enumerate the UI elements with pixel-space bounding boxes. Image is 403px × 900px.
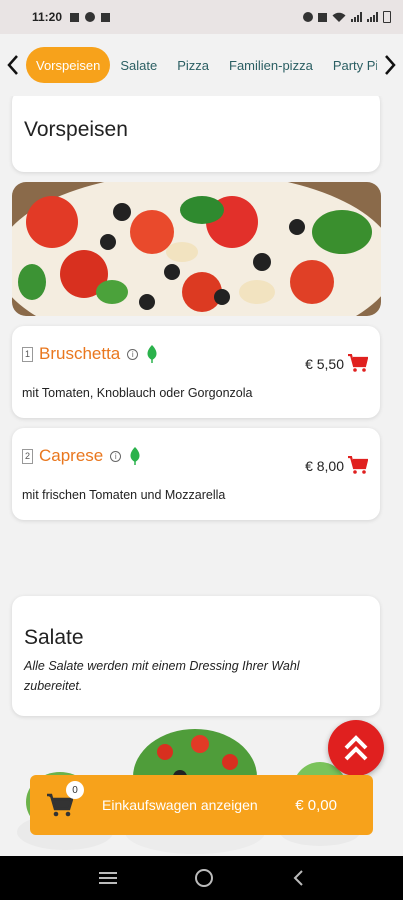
notification-icon xyxy=(70,12,80,22)
notification-icon xyxy=(101,12,111,22)
menu-item-card[interactable]: 2 Caprese i € 8,00 mit frischen Tomaten … xyxy=(12,428,380,520)
section-header-salate: Salate Alle Salate werden mit einem Dres… xyxy=(12,596,380,716)
cart-count-badge: 0 xyxy=(66,781,84,799)
status-system-icons xyxy=(303,11,391,23)
menu-item-header: 1 Bruschetta i xyxy=(22,344,158,364)
double-chevron-up-icon xyxy=(344,735,368,761)
signal-icon xyxy=(351,12,362,22)
section-title: Vorspeisen xyxy=(24,118,128,141)
item-number: 1 xyxy=(22,346,33,362)
nfc-icon xyxy=(318,12,327,22)
notification-icon xyxy=(85,12,96,22)
back-icon[interactable] xyxy=(291,869,305,887)
item-description: mit frischen Tomaten und Mozzarella xyxy=(22,488,226,502)
section-description: Alle Salate werden mit einem Dressing Ih… xyxy=(24,659,300,693)
chevron-right-icon[interactable] xyxy=(377,34,403,96)
tab-vorspeisen[interactable]: Vorspeisen xyxy=(26,47,111,83)
status-time: 11:20 xyxy=(32,10,63,24)
wifi-icon xyxy=(332,12,346,22)
system-nav-bar xyxy=(0,856,403,900)
view-cart-button[interactable]: 0 Einkaufswagen anzeigen € 0,00 xyxy=(30,775,373,835)
cart-label: Einkaufswagen anzeigen xyxy=(102,797,258,813)
item-name[interactable]: Caprese xyxy=(39,446,103,466)
menu-item-card[interactable]: 1 Bruschetta i € 5,50 mit Tomaten, Knobl… xyxy=(12,326,380,418)
cart-total: € 0,00 xyxy=(295,796,337,814)
item-price: € 8,00 xyxy=(305,458,344,474)
menu-icon[interactable] xyxy=(98,870,118,886)
item-price: € 5,50 xyxy=(305,356,344,372)
category-tabbar: Vorspeisen Salate Pizza Familien-pizza P… xyxy=(0,34,403,96)
info-icon[interactable]: i xyxy=(110,450,122,462)
vegetarian-leaf-icon xyxy=(130,447,140,465)
cart-add-icon[interactable] xyxy=(348,353,369,377)
cart-icon-wrapper: 0 xyxy=(30,775,90,835)
battery-icon xyxy=(383,11,391,23)
cart-add-icon[interactable] xyxy=(348,455,369,479)
category-tabs[interactable]: Vorspeisen Salate Pizza Familien-pizza P… xyxy=(26,34,377,96)
section-title: Salate xyxy=(24,626,84,649)
item-number: 2 xyxy=(22,448,33,464)
tab-familien-pizza[interactable]: Familien-pizza xyxy=(219,47,323,83)
chevron-left-icon[interactable] xyxy=(0,34,26,96)
status-notification-icons xyxy=(70,12,111,22)
item-name[interactable]: Bruschetta xyxy=(39,344,120,364)
signal-icon xyxy=(367,12,378,22)
tab-party-pizza[interactable]: Party Pi xyxy=(323,47,377,83)
section-header-vorspeisen: Vorspeisen xyxy=(12,96,380,172)
tab-salate[interactable]: Salate xyxy=(110,47,167,83)
scroll-to-top-button[interactable] xyxy=(328,720,384,776)
menu-item-header: 2 Caprese i xyxy=(22,446,141,466)
status-bar: 11:20 xyxy=(0,0,403,34)
item-description: mit Tomaten, Knoblauch oder Gorgonzola xyxy=(22,386,253,400)
home-icon[interactable] xyxy=(194,868,214,888)
info-icon[interactable]: i xyxy=(127,348,139,360)
section-image-vorspeisen xyxy=(12,182,381,316)
tab-pizza[interactable]: Pizza xyxy=(167,47,219,83)
do-not-disturb-icon xyxy=(303,12,313,22)
vegetarian-leaf-icon xyxy=(147,345,157,363)
